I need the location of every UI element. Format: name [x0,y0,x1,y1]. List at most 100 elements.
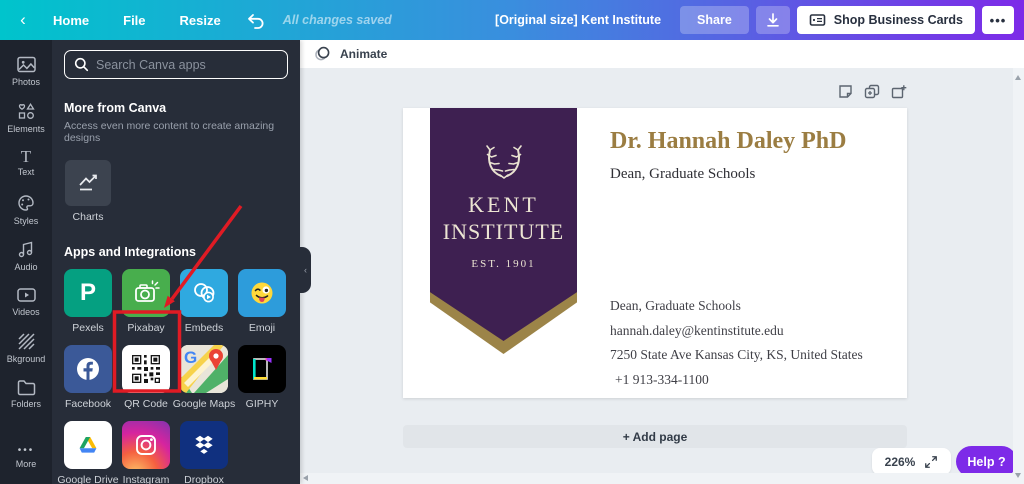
app-tile-embeds[interactable]: Embeds [180,269,228,334]
sidebar-label: Bkground [7,354,46,364]
app-tile-google-drive[interactable]: Google Drive [64,421,112,484]
canvas-toolbar: Animate [300,40,1024,68]
share-button[interactable]: Share [680,6,749,34]
svg-text:G: G [184,348,197,367]
search-icon [74,57,89,72]
sidebar-item-more[interactable]: ••• More [0,434,52,480]
person-name[interactable]: Dr. Hannah Daley PhD [610,128,846,155]
tile-label: QR Code [124,398,168,410]
app-tile-dropbox[interactable]: Dropbox [180,421,228,484]
shop-business-cards-button[interactable]: Shop Business Cards [797,6,975,34]
sidebar-item-elements[interactable]: Elements [0,94,52,140]
tile-label: Google Maps [173,398,235,410]
sidebar-label: Videos [12,307,39,317]
tile-label: Google Drive [57,474,118,484]
audio-icon [16,239,36,259]
tile-label: Charts [73,211,104,223]
google-maps-icon: G [180,345,228,393]
app-tile-google-maps[interactable]: G Google Maps [180,345,228,410]
scroll-left-arrow[interactable] [303,475,308,481]
elements-icon [16,101,36,121]
instagram-icon [122,421,170,469]
animate-button[interactable]: Animate [340,47,387,61]
app-tile-emoji[interactable]: Emoji [238,269,286,334]
sidebar-item-audio[interactable]: Audio [0,232,52,278]
top-bar: ‹ Home File Resize All changes saved [Or… [0,0,1024,40]
panel-collapse-tab[interactable]: ‹ [300,247,311,293]
sidebar-label: Elements [7,124,45,134]
tile-label: Pexels [72,322,104,334]
sidebar-item-photos[interactable]: Photos [0,48,52,94]
add-page-icon[interactable] [891,84,907,99]
app-tile-qr-code[interactable]: QR Code [122,345,170,410]
card-banner[interactable]: KENT INSTITUTE EST. 1901 [430,108,577,354]
topbar-more-button[interactable]: ••• [982,6,1014,34]
app-tile-pexels[interactable]: P Pexels [64,269,112,334]
design-canvas[interactable]: KENT INSTITUTE EST. 1901 Dr. Hannah Dale… [300,68,1024,484]
sidebar-label: More [16,459,37,469]
contact-line: 7250 State Ave Kansas City, KS, United S… [610,343,863,368]
business-card-page[interactable]: KENT INSTITUTE EST. 1901 Dr. Hannah Dale… [403,108,907,398]
document-title[interactable]: [Original size] Kent Institute [495,13,661,27]
apps-grid: P Pexels Pixabay Embeds Emoji Faceboo [64,269,288,484]
add-page-button[interactable]: + Add page [403,425,907,448]
tile-label: Facebook [65,398,111,410]
person-job-title[interactable]: Dean, Graduate Schools [610,166,755,183]
pixabay-camera-icon [122,269,170,317]
sidebar-item-text[interactable]: T Text [0,140,52,186]
pexels-icon: P [64,269,112,317]
app-tile-giphy[interactable]: GIPHY [238,345,286,410]
background-icon [16,331,36,351]
fullscreen-icon[interactable] [924,455,938,469]
notes-icon[interactable] [838,84,853,99]
search-input[interactable] [96,58,278,72]
sidebar-label: Audio [14,262,37,272]
editor-main: Animate [300,40,1024,484]
tool-rail: Photos Elements T Text Styles Audio Vide… [0,40,52,484]
tile-label: Emoji [249,322,275,334]
sidebar-item-styles[interactable]: Styles [0,186,52,232]
sidebar-item-videos[interactable]: Videos [0,278,52,324]
download-button[interactable] [756,6,790,34]
contact-line: hannah.daley@kentinstitute.edu [610,319,863,344]
sidebar-item-background[interactable]: Bkground [0,324,52,370]
tile-label: Pixabay [127,322,164,334]
menu-home[interactable]: Home [53,13,89,28]
apps-panel: More from Canva Access even more content… [52,40,300,484]
topbar-right-group: [Original size] Kent Institute Share Sho… [495,6,1014,34]
download-icon [765,12,781,28]
app-tile-instagram[interactable]: Instagram [122,421,170,484]
menu-resize[interactable]: Resize [180,13,221,28]
scroll-down-arrow[interactable] [1015,473,1021,478]
back-chevron-icon[interactable]: ‹ [10,10,36,30]
search-box[interactable] [64,50,288,79]
shop-button-label: Shop Business Cards [834,13,963,27]
sidebar-label: Styles [14,216,39,226]
tile-label: GIPHY [246,398,279,410]
zoom-level[interactable]: 226% [885,455,916,469]
duplicate-page-icon[interactable] [864,84,880,99]
embeds-icon [180,269,228,317]
vertical-scrollbar[interactable] [1013,68,1024,484]
menu-file[interactable]: File [123,13,145,28]
page-controls [838,84,907,99]
photos-icon [16,55,37,74]
topbar-left-group: ‹ Home File Resize All changes saved [10,10,392,30]
scroll-up-arrow[interactable] [1015,75,1021,80]
sidebar-label: Photos [12,77,40,87]
contact-block[interactable]: Dean, Graduate Schools hannah.daley@kent… [610,294,863,392]
charts-row: Charts [64,160,288,223]
undo-icon[interactable] [246,12,265,29]
contact-line: +1 913-334-1100 [610,368,863,393]
more-dots-icon: ••• [18,446,35,456]
app-tile-pixabay[interactable]: Pixabay [122,269,170,334]
horizontal-scrollbar[interactable] [300,473,1013,484]
section-title-more-from-canva: More from Canva [64,101,288,115]
videos-icon [16,286,37,304]
giphy-icon [238,345,286,393]
sidebar-item-folders[interactable]: Folders [0,370,52,416]
app-tile-charts[interactable]: Charts [64,160,112,223]
collapse-chevron-icon: ‹ [304,265,307,275]
business-card-icon [809,12,826,28]
app-tile-facebook[interactable]: Facebook [64,345,112,410]
